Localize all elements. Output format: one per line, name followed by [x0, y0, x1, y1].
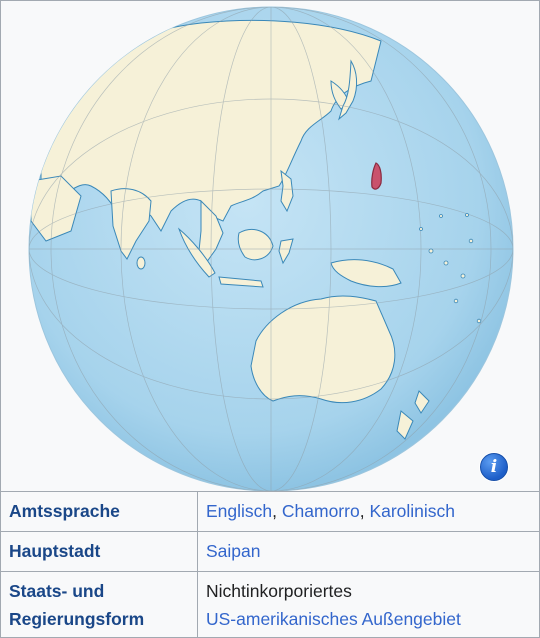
table-row: Staats- und Regierungsform Nichtinkorpori… [1, 571, 539, 638]
value-hauptstadt: Saipan [197, 531, 539, 572]
link-chamorro[interactable]: Chamorro [282, 501, 360, 521]
link-karolinisch[interactable]: Karolinisch [369, 501, 455, 521]
infobox: i Amtssprache Englisch, Chamorro, Karoli… [0, 0, 540, 638]
label-regierungsform: Staats- und Regierungsform [1, 571, 198, 638]
value-amtssprache: Englisch, Chamorro, Karolinisch [197, 491, 539, 532]
label-amtssprache: Amtssprache [1, 491, 198, 532]
globe-map [28, 6, 514, 491]
location-map[interactable]: i [1, 1, 539, 491]
table-row: Hauptstadt Saipan [1, 531, 539, 572]
sri-lanka [136, 256, 146, 270]
info-icon[interactable]: i [480, 453, 508, 481]
link-englisch[interactable]: Englisch [206, 501, 272, 521]
table-row: Amtssprache Englisch, Chamorro, Karolini… [1, 491, 539, 532]
value-regierungsform: Nichtinkorporiertes US-amerikanisches Auß… [197, 571, 539, 638]
infobox-table: Amtssprache Englisch, Chamorro, Karolini… [1, 491, 539, 638]
link-saipan[interactable]: Saipan [206, 541, 261, 561]
link-us-aussengebiet[interactable]: US-amerikanisches Außengebiet [206, 609, 461, 629]
label-hauptstadt: Hauptstadt [1, 531, 198, 572]
